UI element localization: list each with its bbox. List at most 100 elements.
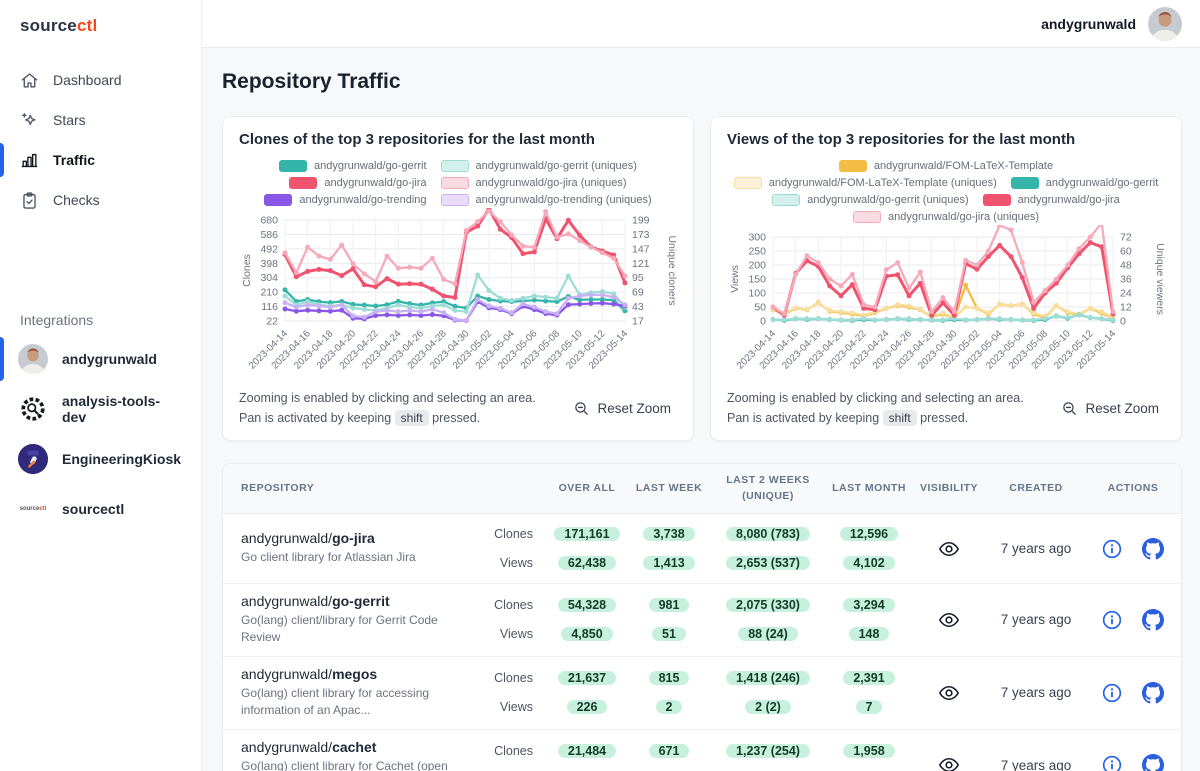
repo-link[interactable]: andygrunwald/cachet <box>241 739 455 755</box>
zoom-out-icon <box>1061 400 1078 417</box>
data-point <box>941 310 946 315</box>
metric-values-cell: 21,4841,290 <box>545 740 629 771</box>
data-point <box>1009 228 1014 233</box>
repo-link[interactable]: andygrunwald/go-gerrit <box>241 593 455 609</box>
visibility-eye-icon[interactable] <box>911 538 987 560</box>
data-point <box>351 306 356 311</box>
legend-label: andygrunwald/go-trending (uniques) <box>476 194 652 206</box>
github-icon[interactable] <box>1142 754 1164 771</box>
legend-swatch <box>289 177 317 189</box>
info-icon[interactable] <box>1102 755 1122 771</box>
info-icon[interactable] <box>1102 539 1122 559</box>
data-point <box>1054 314 1059 319</box>
legend-swatch <box>441 194 469 206</box>
data-point <box>1020 317 1025 322</box>
actions-cell <box>1085 538 1181 560</box>
metric-value-pill: 88 (24) <box>738 627 798 641</box>
github-icon[interactable] <box>1142 609 1164 631</box>
data-point <box>850 272 855 277</box>
info-icon[interactable] <box>1102 610 1122 630</box>
metric-label: Clones <box>494 598 533 612</box>
integration-analysis-tools-dev[interactable]: analysis-tools-dev <box>0 384 201 434</box>
data-point <box>963 305 968 310</box>
sidebar-item-label: Stars <box>53 112 86 128</box>
data-point <box>362 303 367 308</box>
data-point <box>805 307 810 312</box>
legend-swatch <box>279 160 307 172</box>
repo-link[interactable]: andygrunwald/megos <box>241 666 455 682</box>
sidebar-item-stars[interactable]: Stars <box>0 100 201 140</box>
data-point <box>918 270 923 275</box>
data-point <box>351 314 356 319</box>
data-point <box>487 297 492 302</box>
clipboard-check-icon <box>20 191 39 210</box>
data-point <box>509 298 514 303</box>
legend-item[interactable]: andygrunwald/go-jira <box>289 177 426 189</box>
data-point <box>1077 246 1082 251</box>
data-point <box>498 227 503 232</box>
data-point <box>464 318 469 323</box>
integration-andygrunwald[interactable]: andygrunwald <box>0 334 201 384</box>
data-point <box>1099 316 1104 321</box>
data-point <box>895 316 900 321</box>
legend-label: andygrunwald/go-jira (uniques) <box>476 177 627 189</box>
chart-canvas[interactable]: 00501210024150362004825060300722023-04-1… <box>727 225 1165 385</box>
legend-item[interactable]: andygrunwald/FOM-LaTeX-Template <box>839 160 1053 172</box>
data-point <box>1009 317 1014 322</box>
data-point <box>441 302 446 307</box>
legend-item[interactable]: andygrunwald/go-jira (uniques) <box>441 177 627 189</box>
data-point <box>1054 277 1059 282</box>
integration-sourcectl[interactable]: sourcectl sourcectl <box>0 484 201 534</box>
line-chart[interactable]: 00501210024150362004825060300722023-04-1… <box>727 225 1165 385</box>
line-chart[interactable]: 2217116432106930495398121492147586173680… <box>239 208 677 385</box>
data-point <box>850 282 855 287</box>
data-point <box>1031 317 1036 322</box>
legend-item[interactable]: andygrunwald/go-trending <box>264 194 426 206</box>
metric-value-pill: 2 (2) <box>745 700 791 714</box>
repo-link[interactable]: andygrunwald/go-jira <box>241 530 455 546</box>
table-row: andygrunwald/go-gerritGo(lang) client/li… <box>223 584 1181 657</box>
visibility-eye-icon[interactable] <box>911 609 987 631</box>
data-point <box>385 254 390 259</box>
topbar-avatar[interactable] <box>1148 7 1182 41</box>
visibility-eye-icon[interactable] <box>911 682 987 704</box>
legend-item[interactable]: andygrunwald/FOM-LaTeX-Template (uniques… <box>734 177 997 189</box>
legend-item[interactable]: andygrunwald/go-gerrit (uniques) <box>441 160 637 172</box>
data-point <box>407 308 412 313</box>
app-logo[interactable]: sourcectl <box>0 0 201 50</box>
active-indicator <box>0 143 4 177</box>
sidebar-item-traffic[interactable]: Traffic <box>0 140 201 180</box>
legend-item[interactable]: andygrunwald/go-gerrit (uniques) <box>772 194 968 206</box>
legend-item[interactable]: andygrunwald/go-gerrit <box>279 160 427 172</box>
data-point <box>884 267 889 272</box>
user-photo-avatar <box>18 344 48 374</box>
chart-canvas[interactable]: 2217116432106930495398121492147586173680… <box>239 208 677 385</box>
sidebar-item-dashboard[interactable]: Dashboard <box>0 60 201 100</box>
legend-item[interactable]: andygrunwald/go-gerrit <box>1011 177 1159 189</box>
github-icon[interactable] <box>1142 538 1164 560</box>
github-icon[interactable] <box>1142 682 1164 704</box>
legend-item[interactable]: andygrunwald/go-jira <box>983 194 1120 206</box>
data-point <box>351 261 356 266</box>
info-icon[interactable] <box>1102 683 1122 703</box>
column-header-actions: Actions <box>1085 473 1181 505</box>
legend-item[interactable]: andygrunwald/go-jira (uniques) <box>853 211 1039 223</box>
legend-item[interactable]: andygrunwald/go-trending (uniques) <box>441 194 652 206</box>
views-chart-card: Views of the top 3 repositories for the … <box>710 116 1182 441</box>
left-axis-tick: 22 <box>266 316 278 328</box>
data-point <box>385 276 390 281</box>
column-header-overall: Over All <box>545 473 629 505</box>
page-content: Repository Traffic Clones of the top 3 r… <box>202 48 1200 771</box>
actions-cell <box>1085 609 1181 631</box>
data-point <box>1009 303 1014 308</box>
reset-zoom-button[interactable]: Reset Zoom <box>1061 400 1165 417</box>
data-point <box>805 316 810 321</box>
legend-swatch <box>264 194 292 206</box>
sidebar-item-checks[interactable]: Checks <box>0 180 201 220</box>
reset-zoom-button[interactable]: Reset Zoom <box>573 400 677 417</box>
integrations-section-label: Integrations <box>0 284 201 334</box>
integration-engineeringkiosk[interactable]: EngineeringKiosk <box>0 434 201 484</box>
data-point <box>362 282 367 287</box>
visibility-eye-icon[interactable] <box>911 754 987 771</box>
data-point <box>611 295 616 300</box>
